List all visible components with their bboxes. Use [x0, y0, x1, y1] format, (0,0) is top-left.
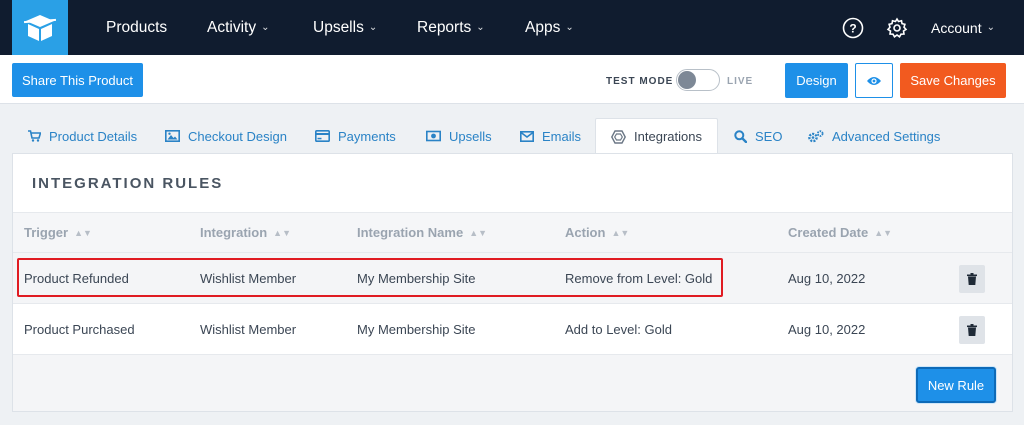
eye-icon — [867, 76, 881, 85]
column-action-label: Action — [565, 225, 606, 240]
money-icon — [426, 130, 441, 142]
nav-apps[interactable]: Apps ⌄ — [525, 0, 574, 55]
help-button[interactable]: ? — [842, 17, 864, 39]
cart-icon — [28, 130, 41, 142]
column-action[interactable]: Action ▲▼ — [565, 213, 629, 252]
svg-text:?: ? — [849, 22, 856, 36]
table-row[interactable]: Product Purchased Wishlist Member My Mem… — [13, 304, 1012, 355]
tab-upsells[interactable]: Upsells — [426, 118, 492, 154]
top-nav: Products Activity ⌄ Upsells ⌄ Reports ⌄ … — [0, 0, 1024, 55]
nav-products-label: Products — [106, 18, 168, 36]
credit-card-icon — [315, 130, 330, 142]
column-created-date[interactable]: Created Date ▲▼ — [788, 213, 892, 252]
trash-icon — [967, 273, 977, 285]
nav-apps-label: Apps — [525, 18, 561, 36]
app-logo[interactable] — [12, 0, 68, 55]
integration-rules-panel: INTEGRATION RULES Trigger ▲▼ Integration ▲… — [12, 153, 1013, 412]
save-changes-label: Save Changes — [910, 73, 996, 88]
preview-button[interactable] — [855, 63, 893, 98]
question-circle-icon: ? — [842, 17, 864, 39]
cell-action: Remove from Level: Gold — [565, 270, 713, 286]
new-rule-button[interactable]: New Rule — [916, 367, 996, 403]
tab-advanced-settings-label: Advanced Settings — [832, 128, 941, 144]
tab-payments-label: Payments — [338, 128, 396, 144]
nav-products[interactable]: Products — [106, 0, 167, 55]
column-integration-label: Integration — [200, 225, 268, 240]
column-created-date-label: Created Date — [788, 225, 869, 240]
tab-product-details-label: Product Details — [49, 128, 138, 144]
gears-icon — [808, 129, 824, 142]
nav-upsells[interactable]: Upsells ⌄ — [313, 0, 377, 55]
tab-checkout-design[interactable]: Checkout Design — [165, 118, 287, 154]
share-product-label: Share This Product — [21, 72, 134, 88]
trash-icon — [967, 324, 977, 336]
envelope-icon — [520, 130, 534, 142]
cell-integration-name: My Membership Site — [357, 270, 476, 286]
tab-advanced-settings[interactable]: Advanced Settings — [808, 118, 940, 154]
sort-icon: ▲▼ — [611, 227, 630, 238]
tab-upsells-label: Upsells — [449, 128, 492, 144]
chevron-down-icon: ⌄ — [476, 22, 485, 33]
account-menu[interactable]: Account ⌄ — [931, 0, 995, 55]
nav-activity[interactable]: Activity ⌄ — [207, 0, 269, 55]
chevron-down-icon: ⌄ — [565, 22, 574, 33]
sort-icon: ▲▼ — [74, 227, 92, 238]
sort-icon: ▲▼ — [469, 227, 488, 238]
chevron-down-icon: ⌄ — [986, 22, 995, 33]
chevron-down-icon: ⌄ — [368, 22, 378, 33]
nav-reports[interactable]: Reports ⌄ — [417, 0, 485, 55]
design-button[interactable]: Design — [785, 63, 848, 98]
column-integration-name[interactable]: Integration Name ▲▼ — [357, 213, 487, 252]
panel-title: INTEGRATION RULES — [32, 175, 224, 192]
settings-button[interactable] — [886, 17, 908, 39]
tab-payments[interactable]: Payments — [315, 118, 396, 154]
delete-rule-button[interactable] — [959, 316, 985, 344]
test-mode-label: TEST MODE — [606, 76, 674, 87]
image-icon — [165, 130, 180, 142]
table-header: Trigger ▲▼ Integration ▲▼ Integration Name… — [13, 212, 1012, 253]
cell-integration: Wishlist Member — [200, 321, 297, 337]
chevron-down-icon: ⌄ — [261, 22, 270, 33]
test-mode-toggle[interactable] — [676, 69, 720, 91]
column-trigger[interactable]: Trigger ▲▼ — [24, 213, 92, 252]
nav-reports-label: Reports — [417, 18, 472, 36]
live-label: LIVE — [727, 76, 754, 87]
cell-trigger: Product Purchased — [24, 321, 135, 337]
cell-created-date: Aug 10, 2022 — [788, 270, 866, 286]
gear-icon — [886, 17, 908, 38]
new-rule-label: New Rule — [927, 377, 985, 393]
nav-activity-label: Activity — [207, 18, 257, 36]
cell-action: Add to Level: Gold — [565, 321, 672, 337]
panel-footer: New Rule — [13, 355, 1012, 411]
search-icon — [734, 129, 747, 143]
tab-seo[interactable]: SEO — [734, 118, 782, 154]
tab-emails[interactable]: Emails — [520, 118, 581, 154]
nav-upsells-label: Upsells — [313, 18, 364, 36]
cell-integration: Wishlist Member — [200, 270, 297, 286]
account-label: Account — [931, 19, 982, 36]
tab-seo-label: SEO — [755, 128, 783, 144]
column-integration[interactable]: Integration ▲▼ — [200, 213, 291, 252]
save-changes-button[interactable]: Save Changes — [900, 63, 1006, 98]
box-logo-icon — [23, 14, 57, 41]
tab-emails-label: Emails — [542, 128, 582, 144]
tab-integrations[interactable]: Integrations — [595, 118, 718, 154]
cell-integration-name: My Membership Site — [357, 321, 476, 337]
hexagon-icon — [611, 129, 627, 144]
sort-icon: ▲▼ — [874, 227, 893, 238]
tab-integrations-label: Integrations — [634, 129, 702, 144]
design-label: Design — [796, 73, 837, 88]
cell-created-date: Aug 10, 2022 — [788, 321, 866, 337]
sort-icon: ▲▼ — [273, 227, 291, 238]
tab-checkout-design-label: Checkout Design — [188, 128, 287, 144]
cell-trigger: Product Refunded — [24, 270, 129, 286]
column-trigger-label: Trigger — [24, 225, 69, 240]
toggle-knob — [678, 71, 696, 89]
delete-rule-button[interactable] — [959, 265, 985, 293]
share-product-button[interactable]: Share This Product — [12, 63, 143, 97]
table-row[interactable]: Product Refunded Wishlist Member My Memb… — [13, 253, 1012, 304]
tab-product-details[interactable]: Product Details — [28, 118, 137, 154]
column-integration-name-label: Integration Name — [357, 225, 464, 240]
